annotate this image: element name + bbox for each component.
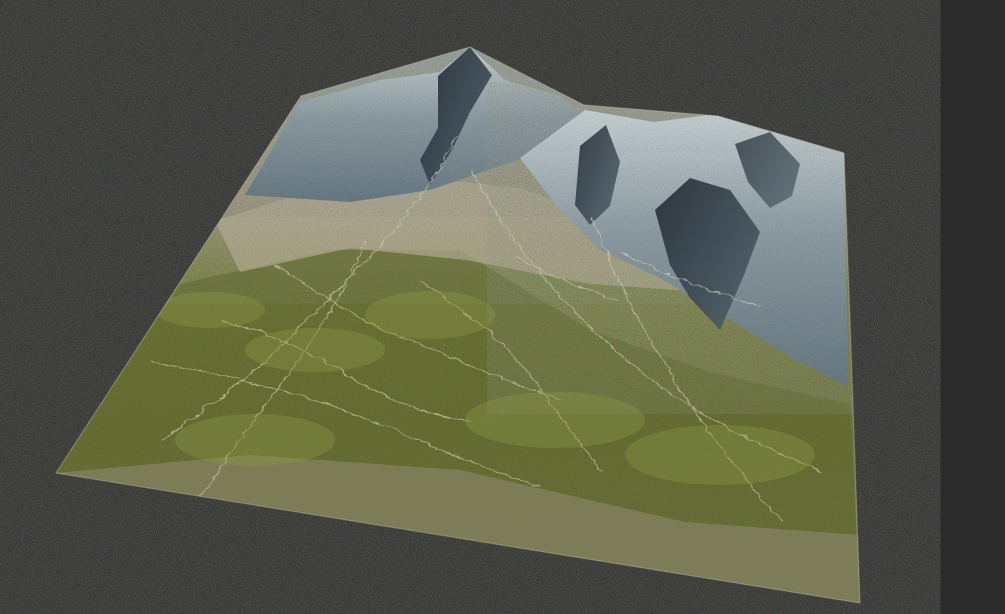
terrain-scene xyxy=(0,0,1005,614)
viewport xyxy=(0,0,1005,614)
